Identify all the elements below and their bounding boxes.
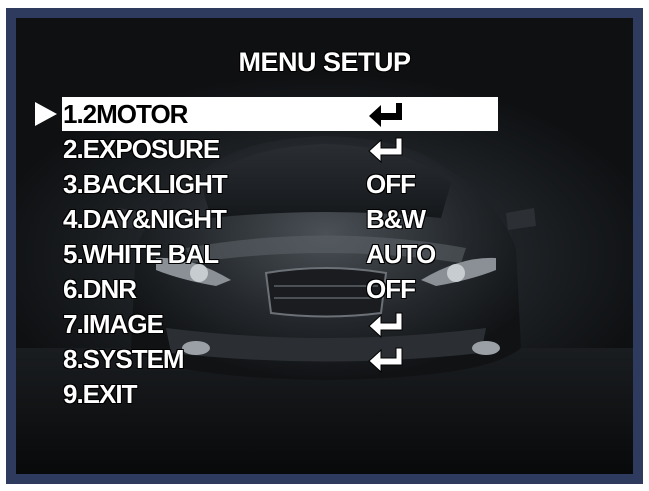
menu-item-backlight[interactable]: 3.BACKLIGHT OFF <box>16 167 633 202</box>
menu-item-label: 8.SYSTEM <box>63 344 185 374</box>
osd-screen: MENU SETUP 1.2MOTOR 2.EXPOSURE 3.BACKLIG… <box>16 18 633 474</box>
menu-item-dnr[interactable]: 6.DNR OFF <box>16 272 633 307</box>
menu-item-value: AUTO <box>366 239 436 269</box>
enter-icon <box>369 103 402 127</box>
menu-item-label: 7.IMAGE <box>63 309 164 339</box>
menu-item-exit[interactable]: 9.EXIT <box>16 377 633 412</box>
menu-item-exposure[interactable]: 2.EXPOSURE <box>16 132 633 167</box>
menu-item-label: 4.DAY&NIGHT <box>63 204 227 234</box>
menu-item-label: 9.EXIT <box>63 379 137 409</box>
menu-item-label: 1.2MOTOR <box>63 99 188 129</box>
menu-item-label: 6.DNR <box>63 274 137 304</box>
enter-icon <box>368 312 403 338</box>
menu-item-label: 2.EXPOSURE <box>63 134 220 164</box>
osd-frame: MENU SETUP 1.2MOTOR 2.EXPOSURE 3.BACKLIG… <box>6 8 643 484</box>
menu-title: MENU SETUP <box>238 47 411 77</box>
menu-item-white-bal[interactable]: 5.WHITE BAL AUTO <box>16 237 633 272</box>
menu-item-value: OFF <box>366 274 416 304</box>
menu-item-value: OFF <box>366 169 416 199</box>
menu-item-label: 3.BACKLIGHT <box>63 169 228 199</box>
menu-item-system[interactable]: 8.SYSTEM <box>16 342 633 377</box>
selection-cursor-icon <box>35 102 57 126</box>
menu-item-2motor[interactable]: 1.2MOTOR <box>16 97 633 132</box>
enter-icon <box>368 137 403 163</box>
enter-icon <box>368 347 403 373</box>
menu-item-label: 5.WHITE BAL <box>63 239 219 269</box>
menu-item-value: B&W <box>366 204 426 234</box>
menu-item-day-night[interactable]: 4.DAY&NIGHT B&W <box>16 202 633 237</box>
menu-item-image[interactable]: 7.IMAGE <box>16 307 633 342</box>
